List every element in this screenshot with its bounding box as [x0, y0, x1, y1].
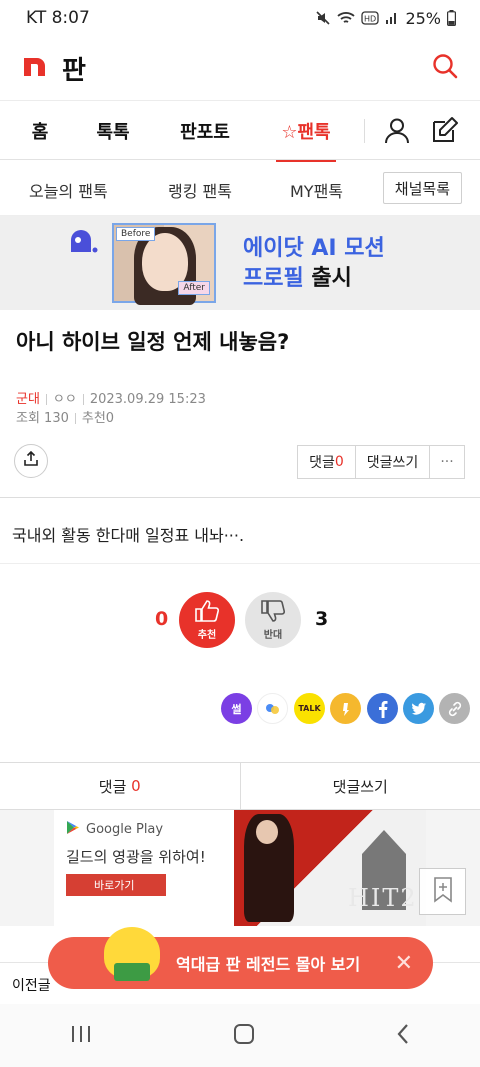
- post-views: 조회 130: [16, 411, 69, 426]
- post-date: 2023.09.29 15:23: [89, 392, 206, 407]
- sub-nav: 오늘의 팬톡 랭킹 팬톡 MY팬톡 채널목록: [0, 160, 480, 216]
- post-author[interactable]: 군대: [16, 392, 40, 407]
- search-icon[interactable]: [432, 53, 458, 83]
- post-body: 국내외 활동 한다매 일정표 내놔···.: [0, 498, 480, 564]
- link-icon[interactable]: [439, 693, 470, 724]
- google-play-text: Google Play: [86, 822, 164, 837]
- kakaotalk-icon[interactable]: TALK: [294, 693, 325, 724]
- share-icon: [23, 450, 39, 471]
- bookmark-icon: [433, 876, 453, 907]
- banner-photo: Before After: [112, 223, 216, 305]
- comments-tab-label: 댓글: [98, 777, 127, 796]
- downvote-button[interactable]: 반대: [245, 592, 301, 648]
- hd-icon: HD: [361, 11, 380, 25]
- banner-text: 에이닷 AI 모션 프로필 출시: [243, 234, 385, 294]
- post-title: 아니 하이브 일정 언제 내놓음?: [16, 330, 290, 354]
- post-group: ㅇㅇ: [52, 392, 77, 407]
- recent-apps-icon[interactable]: [70, 1024, 92, 1048]
- tab-fantalk[interactable]: ☆팬톡: [276, 101, 336, 162]
- status-time: KT 8:07: [26, 8, 90, 28]
- more-button[interactable]: ···: [430, 446, 464, 478]
- ad-image: HIT2: [234, 810, 426, 926]
- app-bar: 판: [0, 36, 480, 100]
- post-actions: 댓글 0 댓글쓰기 ···: [0, 428, 480, 498]
- wifi-icon: [337, 10, 356, 26]
- nav-divider: [364, 119, 365, 143]
- share-icons: 썰 TALK: [0, 682, 480, 762]
- game-ad[interactable]: Google Play 길드의 영광을 위하여! 바로가기 HIT2: [0, 810, 480, 926]
- battery-percent: 25%: [405, 8, 441, 28]
- status-bar: KT 8:07 HD 25%: [0, 0, 480, 36]
- mascot-icon: [104, 927, 160, 981]
- downvote-count: 3: [315, 608, 329, 630]
- ad-copy: Google Play 길드의 영광을 위하여! 바로가기: [54, 810, 234, 926]
- twitter-icon[interactable]: [403, 693, 434, 724]
- app-title: 판: [62, 55, 86, 86]
- promo-label: 역대급 판 레전드 몰아 보기: [176, 955, 361, 974]
- banner-line1: 에이닷 AI 모션: [243, 236, 385, 261]
- comments-tab[interactable]: 댓글 0: [0, 763, 241, 809]
- subnav-today[interactable]: 오늘의 팬톡: [29, 178, 108, 202]
- write-icon[interactable]: [431, 116, 459, 148]
- downvote-label: 반대: [263, 630, 283, 641]
- home-icon[interactable]: [233, 1023, 255, 1049]
- post-meta: 군대 ㅇㅇ 2023.09.29 15:23 조회 130 추천0: [0, 380, 480, 428]
- ad-headline: 길드의 영광을 위하여!: [66, 848, 206, 866]
- post-button-group: 댓글 0 댓글쓰기 ···: [297, 445, 465, 479]
- ssul-icon[interactable]: 썰: [221, 693, 252, 724]
- kakaostory-icon[interactable]: [330, 693, 361, 724]
- tab-home[interactable]: 홈: [22, 101, 58, 161]
- ad-cta-button[interactable]: 바로가기: [66, 874, 166, 896]
- post-recommends: 추천0: [81, 411, 115, 426]
- write-comment-button[interactable]: 댓글쓰기: [356, 446, 430, 478]
- brand[interactable]: 판: [22, 50, 86, 87]
- share-button[interactable]: [14, 444, 48, 478]
- comments-button[interactable]: 댓글 0: [298, 446, 356, 478]
- write-comment-tab[interactable]: 댓글쓰기: [241, 763, 480, 809]
- adot-logo-icon: [68, 228, 98, 260]
- subnav-my[interactable]: MY팬톡: [290, 178, 343, 202]
- thumbs-up-icon: [194, 599, 220, 626]
- subnav-ranking[interactable]: 랭킹 팬톡: [168, 178, 232, 202]
- tab-toktok[interactable]: 톡톡: [92, 101, 134, 161]
- system-nav-bar: [0, 1004, 480, 1067]
- comments-tab-count: 0: [131, 777, 141, 795]
- banner-line2a: 프로필: [243, 266, 304, 291]
- before-tag: Before: [116, 227, 156, 241]
- facebook-icon[interactable]: [367, 693, 398, 724]
- upvote-count: 0: [155, 608, 169, 630]
- ssul-text: 썰: [231, 702, 242, 716]
- main-nav: 홈 톡톡 판포토 ☆팬톡: [0, 100, 480, 162]
- band-icon[interactable]: [257, 693, 288, 724]
- battery-icon: [447, 10, 456, 26]
- vote-area: 0 추천 반대 3: [0, 564, 480, 682]
- banner-line2b: 출시: [311, 266, 352, 291]
- prev-post-label: 이전글: [12, 978, 51, 994]
- channel-list-button[interactable]: 채널목록: [382, 172, 462, 204]
- close-icon[interactable]: ✕: [395, 951, 413, 976]
- google-play-label: Google Play: [66, 820, 163, 839]
- back-icon[interactable]: [396, 1023, 410, 1049]
- ad-banner[interactable]: Before After 에이닷 AI 모션 프로필 출시: [0, 216, 480, 310]
- after-tag: After: [178, 281, 210, 295]
- comments-label: 댓글: [309, 455, 335, 471]
- upvote-label: 추천: [197, 630, 217, 641]
- svg-text:HD: HD: [364, 15, 376, 24]
- upvote-button[interactable]: 추천: [179, 592, 235, 648]
- kakaotalk-text: TALK: [298, 704, 321, 713]
- mute-icon: [315, 10, 331, 26]
- thumbs-down-icon: [260, 599, 286, 626]
- ad-brand: HIT2: [348, 884, 418, 912]
- signal-icon: [385, 11, 399, 25]
- tab-panphoto[interactable]: 판포토: [175, 101, 235, 161]
- comments-count: 0: [334, 454, 344, 470]
- user-icon[interactable]: [384, 117, 410, 149]
- google-play-icon: [66, 820, 80, 839]
- nate-logo-icon: [22, 54, 48, 82]
- bookmark-button[interactable]: [419, 868, 466, 915]
- legend-promo-button[interactable]: 역대급 판 레전드 몰아 보기 ✕: [48, 927, 433, 989]
- comment-bar: 댓글 0 댓글쓰기: [0, 762, 480, 810]
